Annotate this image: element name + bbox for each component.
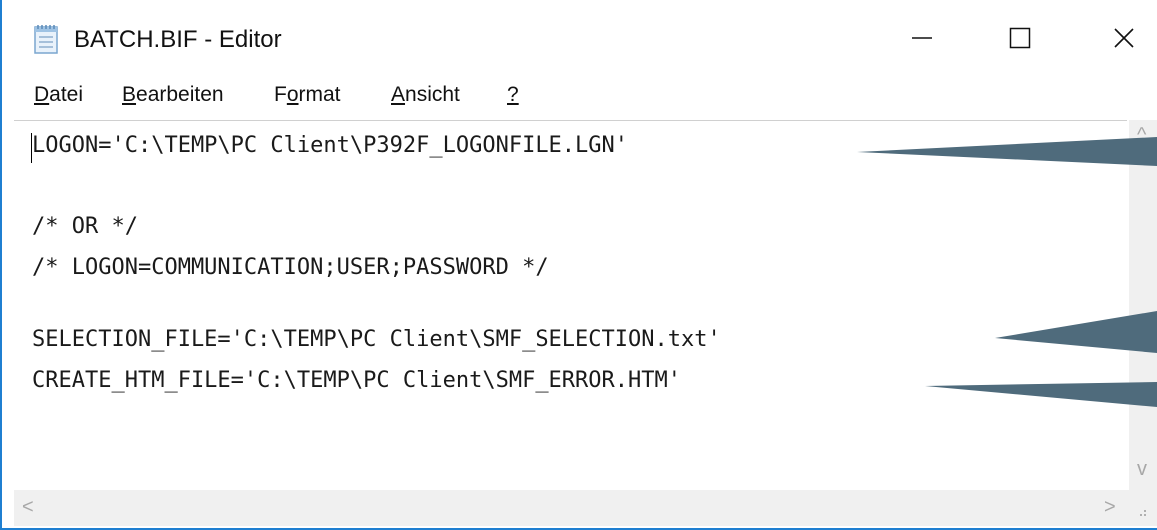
maximize-button[interactable] (990, 10, 1050, 70)
title-bar[interactable]: BATCH.BIF - Editor (2, 0, 1157, 76)
text-editor[interactable]: LOGON='C:\TEMP\PC Client\P392F_LOGONFILE… (14, 120, 1127, 491)
editor-line: LOGON='C:\TEMP\PC Client\P392F_LOGONFILE… (32, 133, 629, 158)
menu-help[interactable]: ? (507, 83, 519, 107)
vertical-scrollbar[interactable]: ^ v (1129, 120, 1157, 490)
menu-bar: Datei Bearbeiten Format Ansicht ? (2, 78, 1157, 118)
editor-window: BATCH.BIF - Editor Datei Bearbeiten Form… (0, 0, 1157, 530)
notepad-icon (34, 24, 60, 54)
menu-ansicht[interactable]: Ansicht (391, 83, 460, 107)
resize-grip-icon[interactable] (1134, 504, 1148, 518)
editor-line: SELECTION_FILE='C:\TEMP\PC Client\SMF_SE… (32, 327, 721, 352)
menu-datei[interactable]: Datei (34, 83, 83, 107)
minimize-icon (910, 26, 934, 55)
scroll-down-arrow-icon[interactable]: v (1137, 458, 1147, 481)
editor-line: /* LOGON=COMMUNICATION;USER;PASSWORD */ (32, 255, 549, 280)
scroll-up-arrow-icon[interactable]: ^ (1137, 124, 1146, 147)
menu-bearbeiten[interactable]: Bearbeiten (122, 83, 224, 107)
scroll-left-arrow-icon[interactable]: < (22, 496, 34, 519)
close-button[interactable] (1094, 10, 1154, 70)
editor-line: CREATE_HTM_FILE='C:\TEMP\PC Client\SMF_E… (32, 368, 682, 393)
minimize-button[interactable] (892, 10, 952, 70)
editor-line: /* OR */ (32, 214, 138, 239)
scroll-right-arrow-icon[interactable]: > (1104, 496, 1116, 519)
maximize-icon (1008, 26, 1032, 55)
window-title: BATCH.BIF - Editor (74, 26, 282, 53)
close-icon (1112, 26, 1136, 55)
horizontal-scrollbar[interactable]: < > (14, 490, 1157, 526)
menu-format[interactable]: Format (274, 83, 341, 107)
